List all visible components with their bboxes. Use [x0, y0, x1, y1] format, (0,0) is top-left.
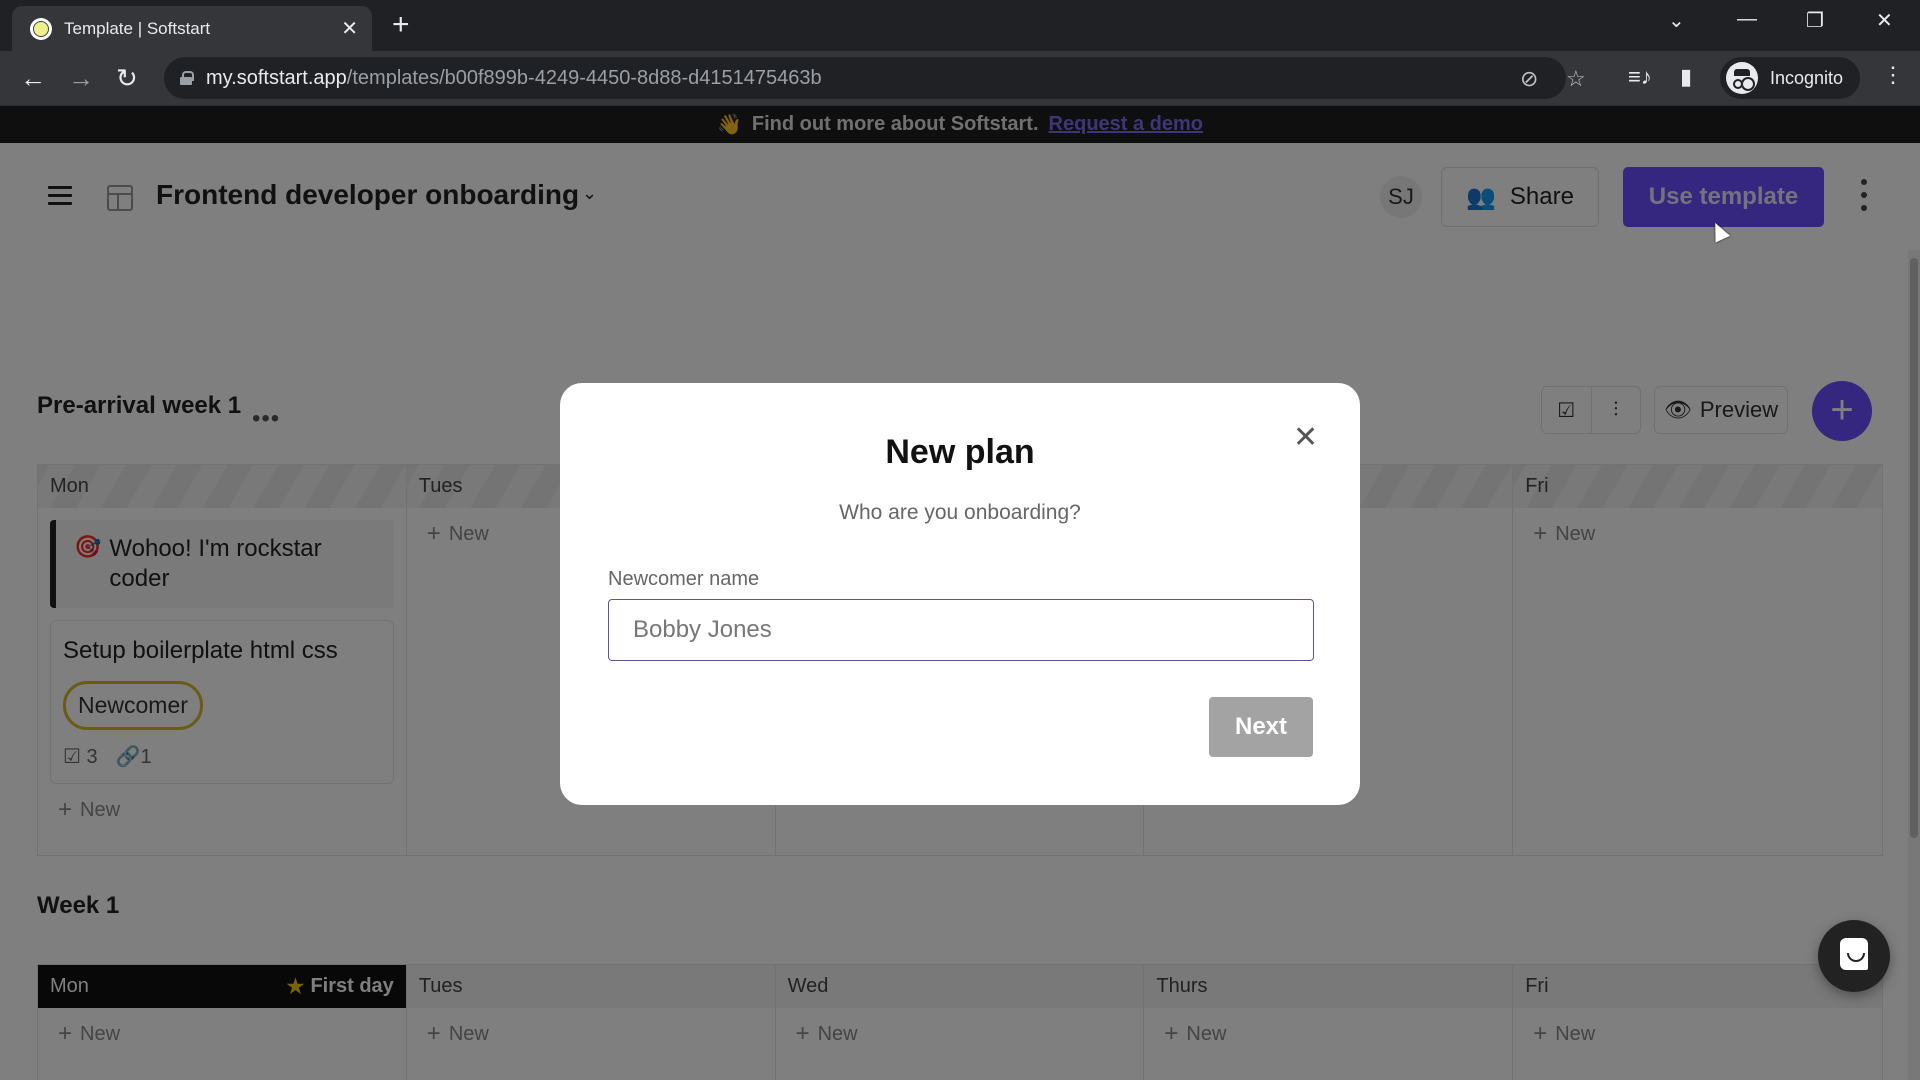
dialog-subtitle: Who are you onboarding? — [839, 501, 1081, 524]
url-path: /templates/b00f899b-4249-4450-8d88-d4151… — [346, 66, 822, 89]
side-panel-icon[interactable]: ▮ — [1680, 64, 1692, 90]
back-button[interactable]: ← — [20, 63, 46, 93]
tab-search-icon[interactable]: ⌄ — [1668, 8, 1685, 33]
forward-button[interactable]: → — [68, 63, 94, 93]
lock-icon[interactable] — [180, 71, 194, 85]
address-bar[interactable]: my.softstart.app/templates/b00f899b-4249… — [164, 57, 1586, 99]
reload-button[interactable]: ↻ — [116, 63, 138, 93]
newcomer-name-input[interactable] — [608, 599, 1314, 661]
close-icon[interactable]: ✕ — [1293, 423, 1318, 453]
incognito-label: Incognito — [1770, 67, 1844, 88]
new-plan-dialog: New plan ✕ Who are you onboarding? Newco… — [560, 383, 1360, 805]
minimize-button[interactable]: — — [1737, 8, 1757, 31]
browser-menu-icon[interactable]: ⋮ — [1882, 62, 1904, 88]
new-tab-button[interactable]: + — [392, 10, 410, 40]
browser-tab[interactable]: Template | Softstart ✕ — [12, 6, 372, 51]
media-control-icon[interactable]: ≡♪ — [1628, 64, 1652, 90]
tab-close-icon[interactable]: ✕ — [341, 16, 358, 41]
window-close-button[interactable]: ✕ — [1876, 8, 1893, 33]
bookmark-star-icon[interactable]: ☆ — [1566, 66, 1586, 92]
dialog-title: New plan — [885, 433, 1035, 471]
restore-button[interactable]: ❐ — [1806, 8, 1824, 33]
softstart-favicon-icon — [30, 17, 52, 40]
incognito-profile-button[interactable]: Incognito — [1720, 57, 1860, 99]
newcomer-name-label: Newcomer name — [608, 568, 760, 590]
next-button[interactable]: Next — [1209, 697, 1313, 757]
url-host: my.softstart.app — [206, 66, 347, 89]
incognito-icon — [1726, 62, 1758, 94]
tracking-protection-eye-off-icon[interactable]: ⊘ — [1520, 66, 1538, 92]
chat-support-icon[interactable] — [1818, 920, 1890, 992]
tab-title: Template | Softstart — [64, 18, 211, 38]
browser-tab-bar: Template | Softstart ✕ + ⌄ — ❐ ✕ — [0, 0, 1920, 51]
